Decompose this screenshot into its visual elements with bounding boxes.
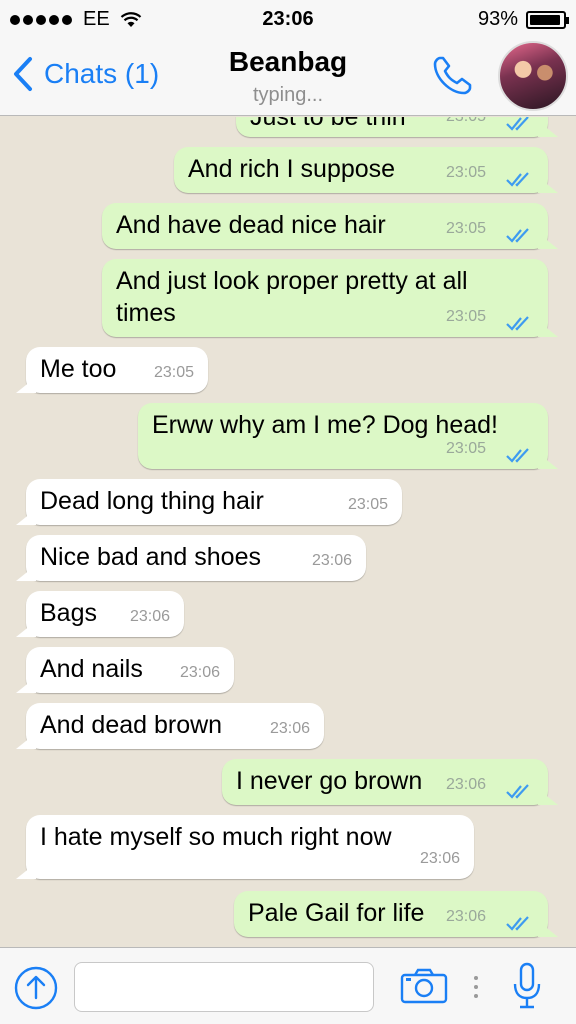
message-bubble-incoming[interactable]: I hate myself so much right now 23:06 xyxy=(26,815,474,879)
message-time: 23:05 xyxy=(445,440,486,457)
message-time: 23:05 xyxy=(445,164,486,181)
contact-status: typing... xyxy=(252,84,324,106)
read-receipt-icon xyxy=(506,448,529,463)
message-bubble-incoming[interactable]: And nails 23:06 xyxy=(26,647,234,693)
message-time: 23:05 xyxy=(445,220,486,237)
microphone-icon[interactable] xyxy=(512,962,542,1010)
message-bubble-incoming[interactable]: Bags 23:06 xyxy=(26,591,184,637)
message-text: Dead long thing hair xyxy=(40,487,264,515)
message-bubble-incoming[interactable]: Nice bad and shoes 23:06 xyxy=(26,535,366,581)
message-time: 23:06 xyxy=(129,608,170,625)
message-bubble-outgoing[interactable]: Erww why am I me? Dog head! 23:05 xyxy=(138,403,548,469)
message-time: 23:06 xyxy=(445,776,486,793)
message-text: I hate myself so much right now xyxy=(40,823,392,851)
chat-header: Chats (1) Beanbag typing... xyxy=(0,38,576,116)
read-receipt-icon xyxy=(506,172,529,187)
message-time: 23:06 xyxy=(419,850,460,867)
message-input[interactable] xyxy=(74,962,374,1012)
message-time: 23:05 xyxy=(445,308,486,325)
read-receipt-icon xyxy=(506,228,529,243)
read-receipt-icon xyxy=(506,916,529,931)
message-bubble-incoming[interactable]: Me too 23:05 xyxy=(26,347,208,393)
message-bubble-outgoing[interactable]: And rich I suppose 23:05 xyxy=(174,147,548,193)
message-time: 23:06 xyxy=(179,664,220,681)
message-bubble-outgoing[interactable]: I never go brown 23:06 xyxy=(222,759,548,805)
message-time: 23:05 xyxy=(446,117,486,133)
message-text: And just look proper pretty at all times xyxy=(116,267,468,327)
message-text: And dead brown xyxy=(40,711,223,739)
phone-icon[interactable] xyxy=(430,52,476,98)
message-text: Nice bad and shoes xyxy=(40,543,261,571)
camera-icon[interactable] xyxy=(400,968,448,1004)
message-text: I never go brown xyxy=(236,767,423,795)
message-time: 23:06 xyxy=(269,720,310,737)
message-text: And nails xyxy=(40,655,143,683)
message-text: Bags xyxy=(40,599,97,627)
message-list[interactable]: Just to be thin 23:05 And rich I suppose… xyxy=(0,117,576,947)
message-text: Just to be thin xyxy=(250,117,406,131)
message-time: 23:05 xyxy=(347,496,388,513)
share-arrow-icon[interactable] xyxy=(14,966,58,1010)
message-text: And have dead nice hair xyxy=(116,211,386,239)
message-bubble-outgoing[interactable]: And have dead nice hair 23:05 xyxy=(102,203,548,249)
message-time: 23:06 xyxy=(311,552,352,569)
status-bar: EE 23:06 93% xyxy=(0,0,576,38)
message-text: Me too xyxy=(40,355,117,383)
message-bubble-outgoing[interactable]: Pale Gail for life 23:06 xyxy=(234,891,548,937)
message-composer xyxy=(0,947,576,1024)
message-bubble-outgoing[interactable]: Just to be thin 23:05 xyxy=(236,117,548,137)
message-bubble-outgoing[interactable]: And just look proper pretty at all times… xyxy=(102,259,548,337)
message-bubble-incoming[interactable]: Dead long thing hair 23:05 xyxy=(26,479,402,525)
message-bubble-incoming[interactable]: And dead brown 23:06 xyxy=(26,703,324,749)
battery-percent: 93% xyxy=(477,8,518,30)
message-text: Pale Gail for life xyxy=(248,899,425,927)
contact-avatar[interactable] xyxy=(498,41,568,111)
message-time: 23:05 xyxy=(153,364,194,381)
battery-icon xyxy=(526,10,569,29)
separator-dots xyxy=(474,976,478,998)
contact-name[interactable]: Beanbag xyxy=(0,46,576,78)
read-receipt-icon xyxy=(506,316,529,331)
message-time: 23:06 xyxy=(445,908,486,925)
read-receipt-icon xyxy=(506,117,529,131)
read-receipt-icon xyxy=(506,784,529,799)
message-text: And rich I suppose xyxy=(188,155,396,183)
battery-info: 93% xyxy=(477,8,569,31)
